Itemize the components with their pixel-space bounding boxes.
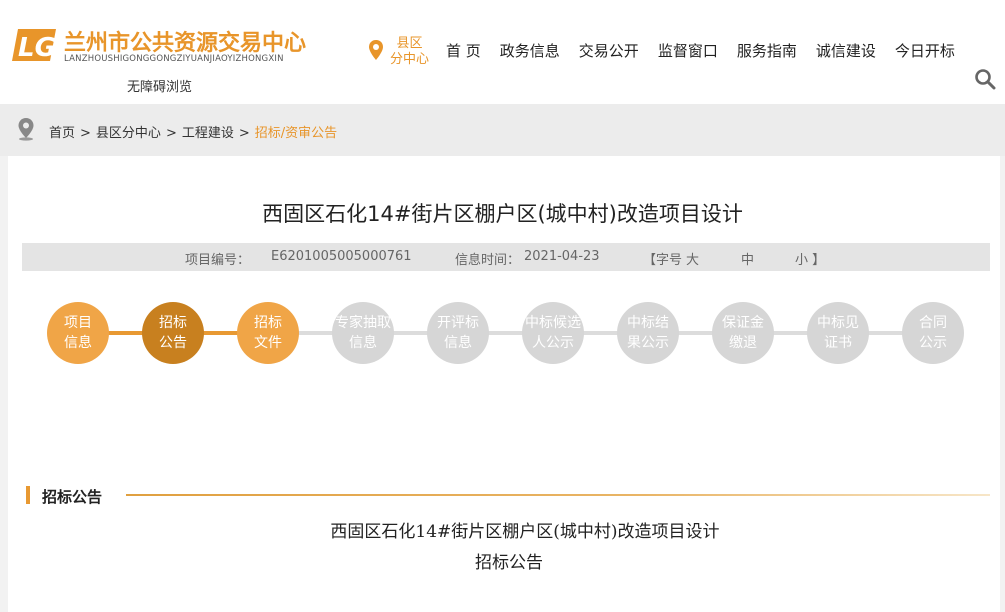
- font-size-small[interactable]: 小 】: [795, 249, 825, 268]
- step-tender-notice[interactable]: 招标 公告: [142, 302, 204, 364]
- step-tender-document[interactable]: 招标 文件: [237, 302, 299, 364]
- section-heading: 招标公告: [42, 488, 103, 506]
- breadcrumb-current[interactable]: 招标/资审公告: [255, 126, 337, 141]
- step-label: 公告: [159, 335, 187, 351]
- nav-credit[interactable]: 诚信建设: [816, 40, 876, 61]
- font-size-medium[interactable]: 中: [741, 249, 754, 268]
- step-expert-selection[interactable]: 专家抽取 信息: [332, 302, 394, 364]
- nav-home[interactable]: 首 页: [446, 40, 481, 61]
- search-icon[interactable]: [974, 68, 996, 90]
- font-size-label: 【字号: [643, 253, 683, 268]
- logo-mark[interactable]: LG: [10, 27, 56, 63]
- section-marker: [26, 486, 30, 504]
- nav-government-info[interactable]: 政务信息: [500, 40, 560, 61]
- step-candidate-publicity[interactable]: 中标候选 人公示: [522, 302, 584, 364]
- document-title: 西固区石化14#街片区棚户区(城中村)改造项目设计: [330, 522, 720, 542]
- step-contract-publicity[interactable]: 合同 公示: [902, 302, 964, 364]
- step-label: 保证金: [722, 315, 764, 331]
- site-logo-title[interactable]: 兰州市公共资源交易中心: [64, 25, 306, 57]
- step-label: 项目: [64, 315, 92, 331]
- step-label: 专家抽取: [335, 315, 391, 331]
- breadcrumb-pin-icon: [18, 118, 34, 141]
- site-logo-subtitle: LANZHOUSHIGONGGONGZIYUANJIAOYIZHONGXIN: [64, 54, 284, 64]
- step-label: 信息: [64, 335, 92, 351]
- region-switch[interactable]: 县区 分中心: [390, 36, 429, 68]
- location-pin-icon: [369, 40, 383, 60]
- breadcrumb: 首页 > 县区分中心 > 工程建设 > 招标/资审公告: [49, 122, 337, 141]
- project-code-value: E6201005005000761: [271, 249, 412, 264]
- step-bid-evaluation[interactable]: 开评标 信息: [427, 302, 489, 364]
- nav-trading-public[interactable]: 交易公开: [579, 40, 639, 61]
- breadcrumb-county[interactable]: 县区分中心: [96, 126, 161, 141]
- step-label: 招标: [159, 315, 187, 331]
- info-time-label: 信息时间：: [455, 253, 521, 268]
- project-info-bar: 项目编号： E6201005005000761 信息时间： 2021-04-23…: [22, 243, 990, 271]
- step-result-publicity[interactable]: 中标结 果公示: [617, 302, 679, 364]
- step-label: 中标见: [817, 315, 859, 331]
- project-code-label: 项目编号：: [185, 253, 251, 268]
- step-label: 人公示: [532, 335, 574, 351]
- step-label: 公示: [919, 335, 947, 351]
- section-divider: [126, 494, 990, 496]
- step-award-certificate[interactable]: 中标见 证书: [807, 302, 869, 364]
- breadcrumb-separator: >: [165, 126, 177, 141]
- nav-today-opening[interactable]: 今日开标: [895, 40, 955, 61]
- step-label: 中标候选: [525, 315, 581, 331]
- project-title: 西固区石化14#街片区棚户区(城中村)改造项目设计: [262, 202, 743, 226]
- breadcrumb-engineering[interactable]: 工程建设: [182, 126, 234, 141]
- step-deposit-refund[interactable]: 保证金 缴退: [712, 302, 774, 364]
- nav-supervision[interactable]: 监督窗口: [658, 40, 718, 61]
- info-time-value: 2021-04-23: [524, 249, 600, 264]
- region-line1: 县区: [396, 36, 423, 51]
- step-label: 招标: [254, 315, 282, 331]
- font-size-large[interactable]: 大: [686, 249, 699, 268]
- breadcrumb-separator: >: [80, 126, 91, 141]
- step-label: 文件: [254, 335, 282, 351]
- nav-service-guide[interactable]: 服务指南: [737, 40, 797, 61]
- step-label: 开评标: [437, 315, 479, 331]
- step-label: 信息: [444, 335, 472, 351]
- accessibility-link[interactable]: 无障碍浏览: [127, 76, 192, 95]
- step-label: 证书: [824, 335, 852, 351]
- region-line2: 分中心: [390, 52, 430, 67]
- breadcrumb-separator: >: [238, 126, 250, 141]
- document-subtitle: 招标公告: [475, 553, 543, 573]
- svg-text:LG: LG: [18, 33, 56, 63]
- step-label: 中标结: [627, 315, 669, 331]
- step-project-info[interactable]: 项目 信息: [47, 302, 109, 364]
- step-label: 信息: [349, 335, 377, 351]
- step-label: 果公示: [627, 335, 669, 351]
- step-label: 合同: [919, 315, 947, 331]
- step-label: 缴退: [729, 335, 757, 351]
- breadcrumb-home[interactable]: 首页: [49, 126, 75, 141]
- main-nav: 首 页 政务信息 交易公开 监督窗口 服务指南 诚信建设 今日开标: [446, 40, 974, 61]
